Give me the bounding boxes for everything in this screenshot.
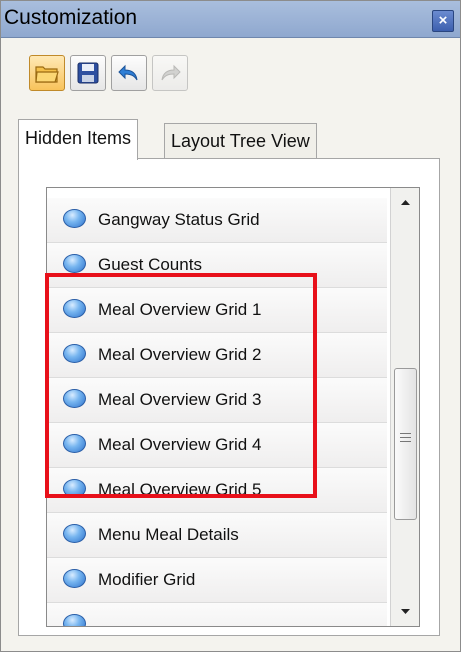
open-folder-icon bbox=[35, 66, 59, 83]
scroll-up-button[interactable] bbox=[391, 188, 419, 218]
list-item[interactable]: Meal Overview Grid 1 bbox=[47, 288, 387, 333]
list-item-label: Meal Overview Grid 2 bbox=[98, 345, 262, 364]
save-icon bbox=[77, 62, 99, 84]
bullet-icon bbox=[63, 569, 86, 588]
title-bar[interactable]: Customization × bbox=[1, 1, 460, 38]
grip-icon bbox=[400, 433, 411, 434]
list-item-label: Gangway Status Grid bbox=[98, 210, 260, 229]
list-item[interactable]: Meal Overview Grid 2 bbox=[47, 333, 387, 378]
undo-icon bbox=[118, 64, 138, 81]
scroll-thumb[interactable] bbox=[394, 368, 417, 520]
close-button[interactable]: × bbox=[432, 10, 454, 32]
bullet-icon bbox=[63, 479, 86, 498]
list-item-label: Meal Overview Grid 1 bbox=[98, 300, 262, 319]
bullet-icon bbox=[63, 209, 86, 228]
bullet-icon bbox=[63, 389, 86, 408]
arrow-down-icon bbox=[401, 609, 410, 614]
bullet-icon bbox=[63, 299, 86, 318]
window-title: Customization bbox=[4, 6, 138, 29]
redo-icon bbox=[161, 64, 181, 81]
open-button[interactable] bbox=[29, 55, 65, 91]
list-item[interactable]: Meal Overview Grid 5 bbox=[47, 468, 387, 513]
close-icon: × bbox=[438, 12, 448, 29]
list-item[interactable]: Guest Counts bbox=[47, 243, 387, 288]
undo-button[interactable] bbox=[111, 55, 147, 91]
list-item-label: Menu Meal Details bbox=[98, 525, 239, 544]
bullet-icon bbox=[63, 254, 86, 273]
tab-layout-tree-view[interactable]: Layout Tree View bbox=[164, 123, 317, 158]
bullet-icon bbox=[63, 524, 86, 543]
list-item[interactable]: Modifier Grid bbox=[47, 558, 387, 603]
hidden-items-list[interactable]: Gangway Status Grid Guest Counts Meal Ov… bbox=[46, 187, 420, 627]
list-item-label: Modifier Grid bbox=[98, 570, 196, 589]
redo-button[interactable] bbox=[152, 55, 188, 91]
bullet-icon bbox=[63, 344, 86, 363]
vertical-scrollbar[interactable] bbox=[390, 188, 419, 626]
list-item[interactable]: Gangway Status Grid bbox=[47, 198, 387, 243]
list-item-label: Meal Overview Grid 4 bbox=[98, 435, 262, 454]
scroll-down-button[interactable] bbox=[391, 596, 419, 626]
list-item-label: Meal Overview Grid 5 bbox=[98, 480, 262, 499]
tab-hidden-items[interactable]: Hidden Items bbox=[18, 119, 139, 160]
bullet-icon bbox=[63, 614, 86, 626]
save-button[interactable] bbox=[70, 55, 106, 91]
list-item[interactable]: Meal Overview Grid 3 bbox=[47, 378, 387, 423]
bullet-icon bbox=[63, 434, 86, 453]
list-item[interactable]: Meal Overview Grid 4 bbox=[47, 423, 387, 468]
list-item-label: Meal Overview Grid 3 bbox=[98, 390, 262, 409]
list-item-partial[interactable] bbox=[47, 603, 387, 626]
list-item[interactable]: Menu Meal Details bbox=[47, 513, 387, 558]
arrow-up-icon bbox=[401, 200, 410, 205]
list-item-label: Guest Counts bbox=[98, 255, 202, 274]
tab-strip: Hidden Items Layout Tree View bbox=[18, 119, 438, 160]
customization-window: Customization × Hidden Items Layout Tree… bbox=[0, 0, 461, 652]
hidden-items-panel: Gangway Status Grid Guest Counts Meal Ov… bbox=[18, 158, 440, 636]
